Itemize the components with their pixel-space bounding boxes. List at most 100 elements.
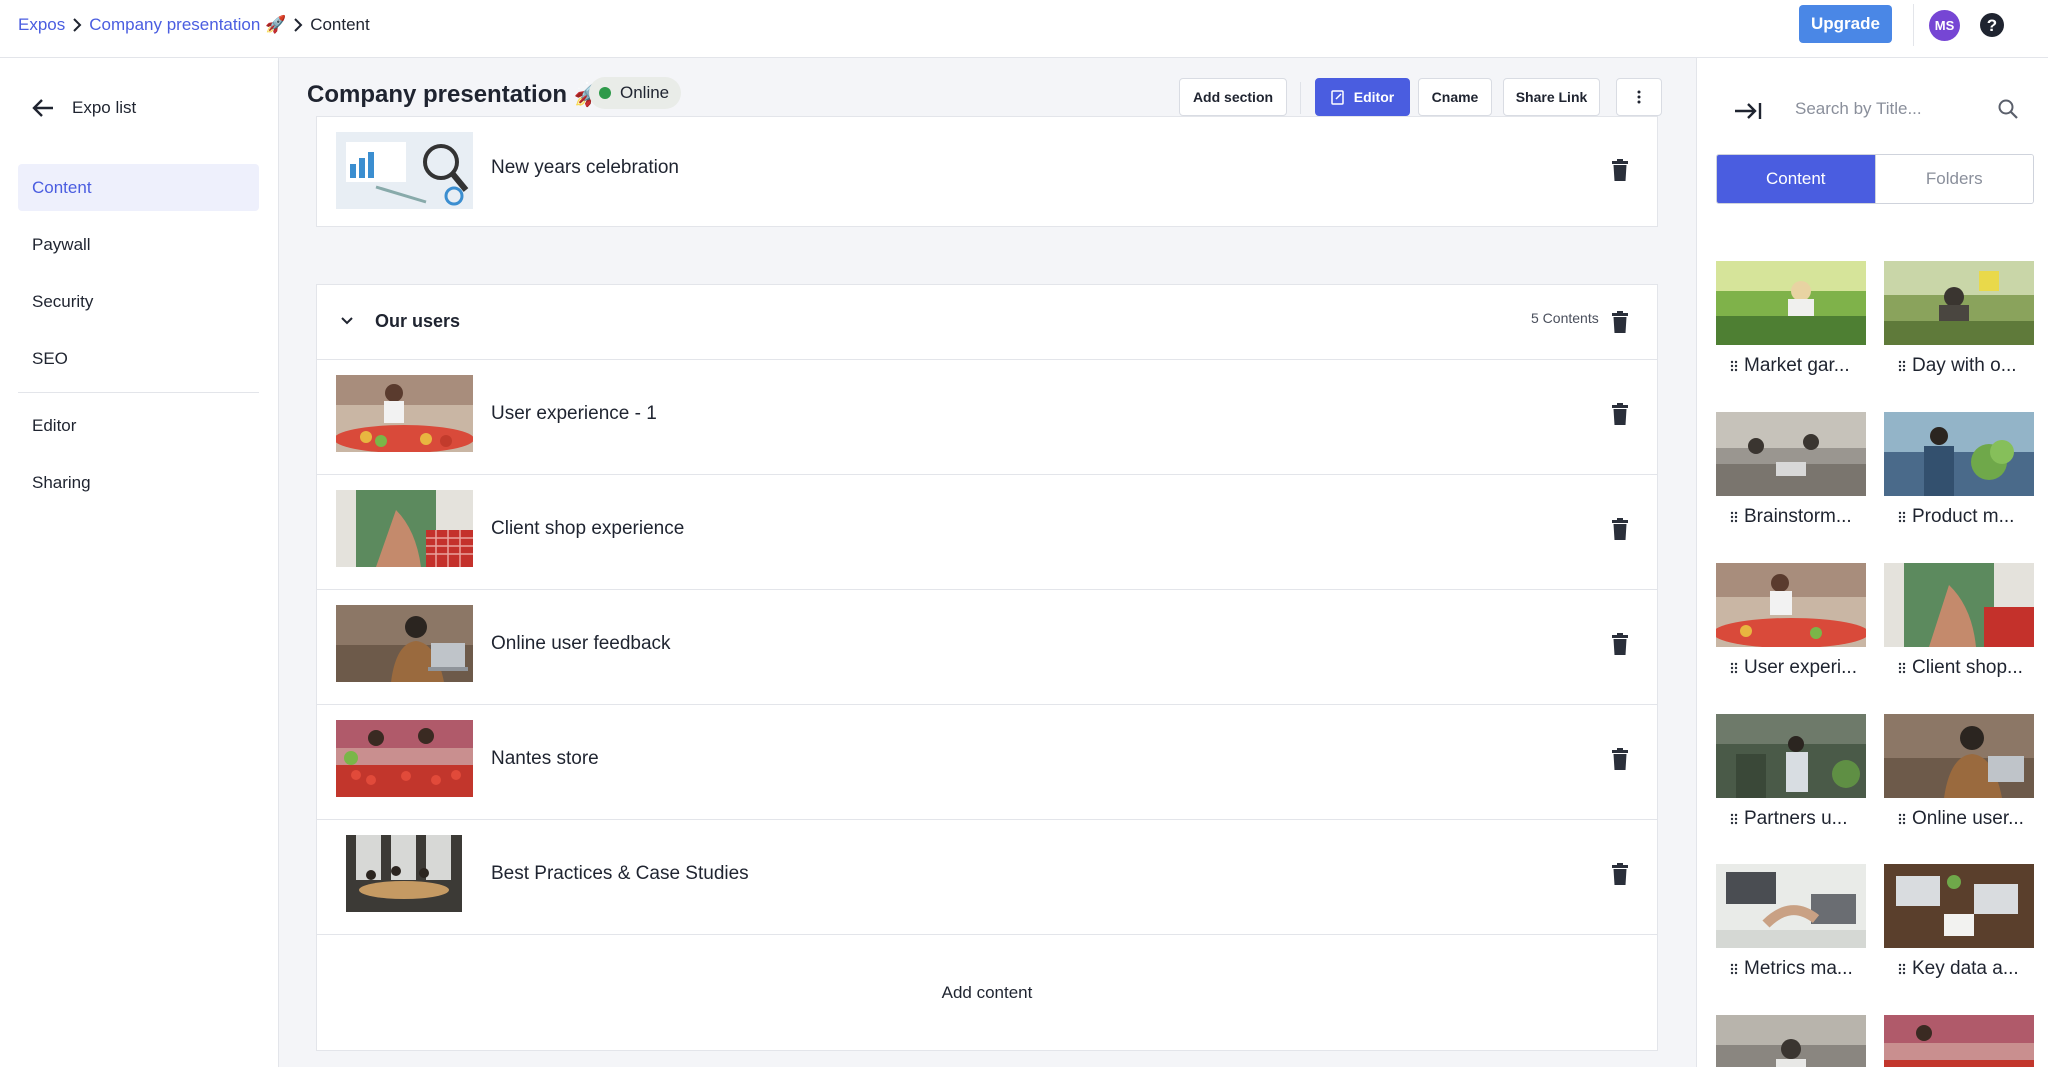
edit-document-icon (1331, 89, 1344, 105)
tile-thumbnail (1716, 261, 1866, 345)
content-row[interactable]: Online user feedback (317, 590, 1657, 705)
trash-icon[interactable] (1611, 311, 1629, 333)
library-tile[interactable]: Brainstorm... (1716, 412, 1866, 528)
breadcrumb-company-presentation[interactable]: Company presentation 🚀 (89, 15, 286, 35)
chevron-right-icon (65, 16, 89, 34)
sidebar-item-paywall[interactable]: Paywall (18, 221, 259, 268)
library-tile[interactable]: User experi... (1716, 563, 1866, 679)
back-label: Expo list (72, 98, 137, 117)
content-thumbnail (346, 835, 462, 912)
sidebar-item-sharing[interactable]: Sharing (18, 459, 259, 506)
tab-folders[interactable]: Folders (1874, 155, 2033, 203)
breadcrumb: Expos Company presentation 🚀 Content (18, 15, 370, 35)
tile-thumbnail (1716, 864, 1866, 948)
sidebar-item-security[interactable]: Security (18, 278, 259, 325)
breadcrumb-expos[interactable]: Expos (18, 15, 65, 35)
content-row[interactable]: Client shop experience (317, 475, 1657, 590)
drag-handle-icon[interactable] (1730, 662, 1738, 674)
tile-thumbnail (1716, 1015, 1866, 1067)
breadcrumb-content: Content (310, 15, 370, 34)
library-tile[interactable]: Key data a... (1884, 864, 2034, 980)
collapse-panel-icon[interactable] (1733, 100, 1763, 122)
tile-thumbnail (1716, 714, 1866, 798)
question-circle-icon[interactable]: ? (1978, 11, 2006, 39)
chevron-down-icon[interactable] (339, 313, 355, 329)
page-title: Company presentation 🚀 (307, 81, 604, 108)
editor-button-label: Editor (1353, 89, 1395, 105)
trash-icon[interactable] (1611, 518, 1629, 540)
drag-handle-icon[interactable] (1898, 963, 1906, 975)
content-row[interactable]: Best Practices & Case Studies (317, 820, 1657, 935)
library-tile[interactable] (1884, 1015, 2034, 1067)
trash-icon[interactable] (1611, 863, 1629, 885)
library-tile[interactable]: Product m... (1884, 412, 2034, 528)
sidebar-item-content[interactable]: Content (18, 164, 259, 211)
drag-handle-icon[interactable] (1730, 511, 1738, 523)
content-row-title: Online user feedback (491, 633, 671, 654)
search-icon[interactable] (1997, 98, 2019, 120)
trash-icon[interactable] (1611, 403, 1629, 425)
trash-icon[interactable] (1611, 159, 1629, 181)
drag-handle-icon[interactable] (1730, 813, 1738, 825)
more-vertical-icon (1637, 90, 1641, 104)
divider (1300, 82, 1301, 114)
content-row[interactable]: User experience - 1 (317, 360, 1657, 475)
share-link-button[interactable]: Share Link (1503, 78, 1600, 116)
add-content-button[interactable]: Add content (317, 935, 1657, 1050)
sidebar-item-editor[interactable]: Editor (18, 402, 259, 449)
library-tile[interactable]: Market gar... (1716, 261, 1866, 377)
tile-label: Brainstorm... (1716, 506, 1866, 528)
content-row[interactable]: Nantes store (317, 705, 1657, 820)
back-to-expo-list[interactable]: Expo list (32, 98, 136, 118)
library-tile[interactable]: Online user... (1884, 714, 2034, 830)
trash-icon[interactable] (1611, 633, 1629, 655)
content-row[interactable]: New years celebration (317, 117, 1657, 227)
library-tile[interactable]: Day with o... (1884, 261, 2034, 377)
library-tile[interactable]: Client shop... (1884, 563, 2034, 679)
content-card: New years celebration (316, 116, 1658, 227)
drag-handle-icon[interactable] (1730, 360, 1738, 372)
drag-handle-icon[interactable] (1898, 813, 1906, 825)
tile-label: Market gar... (1716, 355, 1866, 377)
search-input[interactable] (1795, 94, 1985, 124)
content-thumbnail (336, 720, 473, 797)
section-card: Our users 5 Contents User experience - 1 (316, 284, 1658, 1051)
library-tile[interactable]: Partners u... (1716, 714, 1866, 830)
editor-button[interactable]: Editor (1315, 78, 1410, 116)
content-row-title: Client shop experience (491, 518, 685, 539)
tile-thumbnail (1884, 1015, 2034, 1067)
tile-label: User experi... (1716, 657, 1866, 679)
sidebar-divider (18, 392, 259, 393)
svg-text:?: ? (1987, 16, 1997, 35)
drag-handle-icon[interactable] (1898, 511, 1906, 523)
content-thumbnail (336, 605, 473, 682)
drag-handle-icon[interactable] (1730, 963, 1738, 975)
more-options-button[interactable] (1616, 78, 1662, 116)
online-dot-icon (599, 87, 611, 99)
tile-label: Product m... (1884, 506, 2034, 528)
avatar[interactable]: MS (1929, 10, 1960, 41)
content-thumbnail (336, 132, 473, 209)
upgrade-button[interactable]: Upgrade (1799, 5, 1892, 43)
drag-handle-icon[interactable] (1898, 662, 1906, 674)
drag-handle-icon[interactable] (1898, 360, 1906, 372)
content-row-title: User experience - 1 (491, 403, 657, 424)
add-section-button[interactable]: Add section (1179, 78, 1287, 116)
tile-label: Client shop... (1884, 657, 2034, 679)
content-thumbnail (336, 490, 473, 567)
library-tile[interactable]: Metrics ma... (1716, 864, 1866, 980)
cname-button[interactable]: Cname (1418, 78, 1492, 116)
tab-content[interactable]: Content (1717, 155, 1875, 203)
sidebar-item-seo[interactable]: SEO (18, 335, 259, 382)
tile-label: Partners u... (1716, 808, 1866, 830)
tile-label: Day with o... (1884, 355, 2034, 377)
main-header: Company presentation 🚀 Online Add sectio… (279, 58, 1696, 116)
library-tile[interactable] (1716, 1015, 1866, 1067)
tile-thumbnail (1884, 714, 2034, 798)
divider (1913, 4, 1914, 46)
status-badge: Online (589, 77, 682, 109)
library-tabs: Content Folders (1716, 154, 2034, 204)
trash-icon[interactable] (1611, 748, 1629, 770)
tile-thumbnail (1884, 864, 2034, 948)
tile-thumbnail (1884, 412, 2034, 496)
